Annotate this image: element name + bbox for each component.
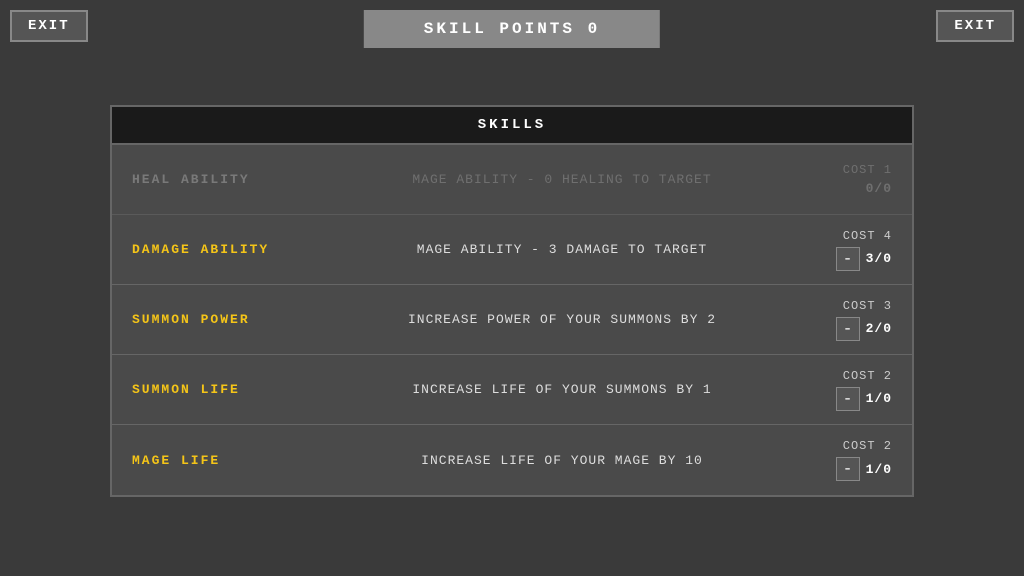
skill-points-label: SKILL POINTS 0 [364,10,660,48]
skill-desc-0: MAGE ABILITY - 0 HEALING TO TARGET [332,172,792,187]
skill-name-1: DAMAGE ABILITY [132,242,332,257]
cost-value-3: 1/0 [866,391,892,406]
cost-controls-1: -3/0 [792,247,892,271]
cost-label-0: COST 1 [792,163,892,177]
cost-label-1: COST 4 [792,229,892,243]
cost-controls-4: -1/0 [792,457,892,481]
minus-button-2[interactable]: - [836,317,860,341]
skills-title: SKILLS [112,107,912,145]
cost-label-2: COST 3 [792,299,892,313]
cost-value-2: 2/0 [866,321,892,336]
skill-name-0: HEAL ABILITY [132,172,332,187]
minus-button-4[interactable]: - [836,457,860,481]
skill-desc-3: INCREASE LIFE OF YOUR SUMMONS BY 1 [332,382,792,397]
skill-name-2: SUMMON POWER [132,312,332,327]
cost-controls-0: 0/0 [792,181,892,196]
skill-cost-area-1: COST 4 -3/0 [792,229,892,271]
skill-desc-1: MAGE ABILITY - 3 DAMAGE TO TARGET [332,242,792,257]
skill-name-4: MAGE LIFE [132,453,332,468]
cost-value-4: 1/0 [866,462,892,477]
cost-value-1: 3/0 [866,251,892,266]
cost-controls-3: -1/0 [792,387,892,411]
skill-cost-area-0: COST 1 0/0 [792,163,892,196]
minus-button-1[interactable]: - [836,247,860,271]
skill-desc-4: INCREASE LIFE OF YOUR MAGE BY 10 [332,453,792,468]
skill-cost-area-3: COST 2 -1/0 [792,369,892,411]
skill-row-2: SUMMON POWERINCREASE POWER OF YOUR SUMMO… [112,285,912,355]
exit-button-left[interactable]: EXIT [10,10,88,42]
skill-row-4: MAGE LIFEINCREASE LIFE OF YOUR MAGE BY 1… [112,425,912,495]
cost-value-0: 0/0 [866,181,892,196]
skill-cost-area-2: COST 3 -2/0 [792,299,892,341]
skills-table: SKILLS HEAL ABILITYMAGE ABILITY - 0 HEAL… [110,105,914,497]
skill-row-1: DAMAGE ABILITYMAGE ABILITY - 3 DAMAGE TO… [112,215,912,285]
skill-points-display: SKILL POINTS 0 [364,10,660,48]
skill-row-3: SUMMON LIFEINCREASE LIFE OF YOUR SUMMONS… [112,355,912,425]
skill-cost-area-4: COST 2 -1/0 [792,439,892,481]
cost-label-3: COST 2 [792,369,892,383]
skill-name-3: SUMMON LIFE [132,382,332,397]
skill-desc-2: INCREASE POWER OF YOUR SUMMONS BY 2 [332,312,792,327]
skill-row-0: HEAL ABILITYMAGE ABILITY - 0 HEALING TO … [112,145,912,215]
minus-button-3[interactable]: - [836,387,860,411]
exit-button-right[interactable]: EXIT [936,10,1014,42]
cost-controls-2: -2/0 [792,317,892,341]
cost-label-4: COST 2 [792,439,892,453]
